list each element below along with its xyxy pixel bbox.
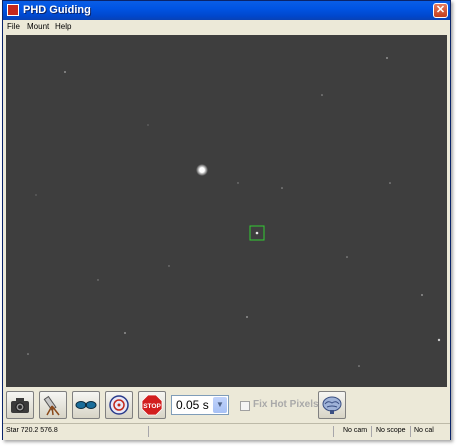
- faint-star: [346, 256, 348, 258]
- fix-hot-pixels-checkbox[interactable]: [240, 401, 250, 411]
- menu-bar: File Mount Help: [3, 20, 450, 34]
- scope-connect-button[interactable]: [39, 391, 67, 419]
- status-camera: No cam: [343, 427, 368, 434]
- faint-star: [124, 332, 126, 334]
- status-divider: [333, 426, 334, 437]
- stop-sign-icon: STOP: [141, 394, 163, 416]
- stop-label: STOP: [143, 403, 161, 410]
- app-window: PHD Guiding ✕ File Mount Help STOP 0.05 …: [2, 0, 451, 440]
- menu-file[interactable]: File: [7, 22, 20, 31]
- status-divider: [371, 426, 372, 437]
- brain-icon: [322, 396, 342, 414]
- faint-star: [147, 124, 149, 126]
- faint-star: [437, 338, 441, 342]
- faint-star: [321, 94, 323, 96]
- camera-connect-button[interactable]: [6, 391, 34, 419]
- faint-star: [237, 182, 239, 184]
- title-bar[interactable]: PHD Guiding ✕: [3, 1, 450, 20]
- status-calibration: No cal: [414, 427, 434, 434]
- faint-star: [168, 265, 170, 267]
- faint-star: [246, 316, 248, 318]
- menu-mount[interactable]: Mount: [27, 22, 49, 31]
- faint-star: [281, 187, 283, 189]
- exposure-value: 0.05 s: [176, 398, 209, 412]
- faint-star: [421, 294, 423, 296]
- close-button[interactable]: ✕: [433, 3, 448, 18]
- window-title: PHD Guiding: [23, 4, 91, 16]
- status-divider: [410, 426, 411, 437]
- sensor-noise: [6, 35, 447, 387]
- faint-star: [35, 194, 37, 196]
- loop-exposure-button[interactable]: [72, 391, 100, 419]
- exposure-duration-select[interactable]: 0.05 s ▼: [171, 395, 229, 415]
- faint-star: [386, 57, 388, 59]
- status-star-position: Star 720.2 576.8: [6, 427, 58, 434]
- app-icon: [7, 4, 19, 16]
- chevron-down-icon[interactable]: ▼: [213, 397, 227, 413]
- advanced-settings-button[interactable]: [318, 391, 346, 419]
- status-bar: Star 720.2 576.8 No cam No scope No cal: [3, 423, 450, 440]
- faint-star: [389, 182, 391, 184]
- menu-help[interactable]: Help: [55, 22, 71, 31]
- status-scope: No scope: [376, 427, 406, 434]
- bright-star-core: [199, 167, 205, 173]
- faint-star: [358, 365, 360, 367]
- fix-hot-pixels-label: Fix Hot Pixels: [253, 399, 319, 410]
- camera-icon: [11, 398, 29, 413]
- guide-button[interactable]: [105, 391, 133, 419]
- faint-star: [64, 71, 66, 73]
- star-field: [6, 35, 447, 387]
- status-divider: [148, 426, 149, 437]
- guide-star: [255, 231, 259, 235]
- faint-star: [27, 353, 29, 355]
- loop-glasses-icon: [75, 401, 97, 409]
- faint-star: [97, 279, 99, 281]
- phd-target-icon: [109, 395, 129, 415]
- camera-image-view[interactable]: [6, 35, 447, 387]
- telescope-icon: [43, 395, 60, 416]
- stop-button[interactable]: STOP: [138, 391, 166, 419]
